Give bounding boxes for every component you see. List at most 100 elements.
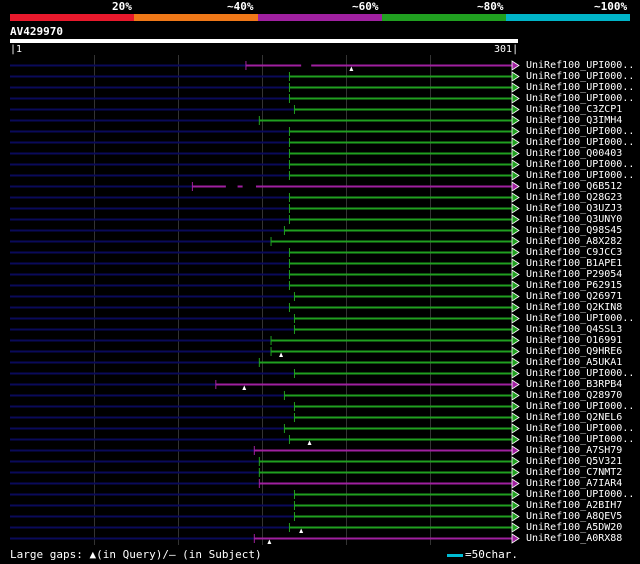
- hit-row[interactable]: UniRef100_A8QEV5: [0, 511, 640, 522]
- hit-label[interactable]: UniRef100_P29054: [526, 269, 622, 280]
- hit-label[interactable]: UniRef100_UPI000..: [526, 434, 634, 445]
- hit-row[interactable]: UniRef100_UPI000..: [0, 71, 640, 82]
- hit-end-arrow-icon: [511, 313, 520, 324]
- hit-row[interactable]: UniRef100_Q3UZJ3: [0, 203, 640, 214]
- hit-alignment: [10, 423, 520, 434]
- legend-band-40: [134, 14, 258, 21]
- hit-row[interactable]: UniRef100_UPI000..: [0, 126, 640, 137]
- hit-label[interactable]: UniRef100_UPI000..: [526, 82, 634, 93]
- hit-end-arrow-icon: [511, 247, 520, 258]
- hit-row[interactable]: UniRef100_Q2KIN8: [0, 302, 640, 313]
- hit-label[interactable]: UniRef100_UPI000..: [526, 60, 634, 71]
- scale-swatch: [447, 554, 463, 557]
- hit-row[interactable]: UniRef100_UPI000..: [0, 423, 640, 434]
- hit-row[interactable]: UniRef100_A8X282: [0, 236, 640, 247]
- hit-row[interactable]: UniRef100_Q98S45: [0, 225, 640, 236]
- hit-label[interactable]: UniRef100_UPI000..: [526, 170, 634, 181]
- hit-label[interactable]: UniRef100_Q28970: [526, 390, 622, 401]
- hit-label[interactable]: UniRef100_O16991: [526, 335, 622, 346]
- hit-label[interactable]: UniRef100_B1APE1: [526, 258, 622, 269]
- hit-row[interactable]: UniRef100_A7IAR4: [0, 478, 640, 489]
- hit-label[interactable]: UniRef100_Q4SSL3: [526, 324, 622, 335]
- hit-end-arrow-icon: [511, 401, 520, 412]
- hit-alignment: [10, 115, 520, 126]
- hit-row[interactable]: UniRef100_Q9HRE6: [0, 346, 640, 357]
- hit-label[interactable]: UniRef100_C3ZCP1: [526, 104, 622, 115]
- hit-label[interactable]: UniRef100_Q6B512: [526, 181, 622, 192]
- hit-row[interactable]: UniRef100_Q2NEL6: [0, 412, 640, 423]
- hit-label[interactable]: UniRef100_Q3IMH4: [526, 115, 622, 126]
- hit-label[interactable]: UniRef100_UPI000..: [526, 126, 634, 137]
- hit-label[interactable]: UniRef100_A5UKA1: [526, 357, 622, 368]
- hit-row[interactable]: UniRef100_Q4SSL3: [0, 324, 640, 335]
- hit-row[interactable]: UniRef100_C9JCC3: [0, 247, 640, 258]
- hit-row[interactable]: UniRef100_P29054: [0, 269, 640, 280]
- hit-label[interactable]: UniRef100_Q26971: [526, 291, 622, 302]
- hit-label[interactable]: UniRef100_C9JCC3: [526, 247, 622, 258]
- hit-row[interactable]: UniRef100_B3RPB4: [0, 379, 640, 390]
- hit-row[interactable]: UniRef100_UPI000..: [0, 489, 640, 500]
- hit-row[interactable]: UniRef100_UPI000..: [0, 434, 640, 445]
- hit-label[interactable]: UniRef100_Q5V321: [526, 456, 622, 467]
- query-scale-end: 301: [494, 44, 518, 55]
- hit-row[interactable]: UniRef100_UPI000..: [0, 170, 640, 181]
- hit-row[interactable]: UniRef100_A7SH79: [0, 445, 640, 456]
- hit-row[interactable]: UniRef100_Q3UNY0: [0, 214, 640, 225]
- query-gap-marker-icon: [267, 539, 272, 544]
- hit-row[interactable]: UniRef100_UPI000..: [0, 313, 640, 324]
- hit-row[interactable]: UniRef100_P62915: [0, 280, 640, 291]
- hit-label[interactable]: UniRef100_A7SH79: [526, 445, 622, 456]
- hit-label[interactable]: UniRef100_C7NMT2: [526, 467, 622, 478]
- hit-row[interactable]: UniRef100_Q00403: [0, 148, 640, 159]
- hit-label[interactable]: UniRef100_Q3UNY0: [526, 214, 622, 225]
- hit-row[interactable]: UniRef100_UPI000..: [0, 93, 640, 104]
- hit-label[interactable]: UniRef100_Q3UZJ3: [526, 203, 622, 214]
- hit-label[interactable]: UniRef100_Q28G23: [526, 192, 622, 203]
- hit-label[interactable]: UniRef100_Q2NEL6: [526, 412, 622, 423]
- hit-label[interactable]: UniRef100_A7IAR4: [526, 478, 622, 489]
- hit-row[interactable]: UniRef100_UPI000..: [0, 368, 640, 379]
- hit-row[interactable]: UniRef100_UPI000..: [0, 60, 640, 71]
- hit-label[interactable]: UniRef100_UPI000..: [526, 313, 634, 324]
- hit-row[interactable]: UniRef100_C7NMT2: [0, 467, 640, 478]
- hit-label[interactable]: UniRef100_UPI000..: [526, 93, 634, 104]
- hit-label[interactable]: UniRef100_Q2KIN8: [526, 302, 622, 313]
- hit-label[interactable]: UniRef100_P62915: [526, 280, 622, 291]
- hit-label[interactable]: UniRef100_UPI000..: [526, 423, 634, 434]
- hit-end-arrow-icon: [511, 148, 520, 159]
- hit-label[interactable]: UniRef100_UPI000..: [526, 159, 634, 170]
- hit-label[interactable]: UniRef100_Q00403: [526, 148, 622, 159]
- hit-row[interactable]: UniRef100_UPI000..: [0, 82, 640, 93]
- hit-label[interactable]: UniRef100_Q98S45: [526, 225, 622, 236]
- hit-label[interactable]: UniRef100_UPI000..: [526, 489, 634, 500]
- hit-row[interactable]: UniRef100_Q28G23: [0, 192, 640, 203]
- hit-row[interactable]: UniRef100_A0RX88: [0, 533, 640, 544]
- hit-label[interactable]: UniRef100_UPI000..: [526, 401, 634, 412]
- hit-label[interactable]: UniRef100_B3RPB4: [526, 379, 622, 390]
- hit-row[interactable]: UniRef100_UPI000..: [0, 401, 640, 412]
- hit-label[interactable]: UniRef100_A8QEV5: [526, 511, 622, 522]
- hit-label[interactable]: UniRef100_A2BIH7: [526, 500, 622, 511]
- hit-row[interactable]: UniRef100_Q5V321: [0, 456, 640, 467]
- hit-row[interactable]: UniRef100_Q28970: [0, 390, 640, 401]
- hit-row[interactable]: UniRef100_Q3IMH4: [0, 115, 640, 126]
- hit-row[interactable]: UniRef100_A2BIH7: [0, 500, 640, 511]
- hit-row[interactable]: UniRef100_O16991: [0, 335, 640, 346]
- hit-row[interactable]: UniRef100_Q6B512: [0, 181, 640, 192]
- hit-row[interactable]: UniRef100_UPI000..: [0, 137, 640, 148]
- hit-label[interactable]: UniRef100_A0RX88: [526, 533, 622, 544]
- hit-row[interactable]: UniRef100_A5UKA1: [0, 357, 640, 368]
- hit-label[interactable]: UniRef100_Q9HRE6: [526, 346, 622, 357]
- hit-label[interactable]: UniRef100_A5DW20: [526, 522, 622, 533]
- hit-row[interactable]: UniRef100_A5DW20: [0, 522, 640, 533]
- hit-row[interactable]: UniRef100_C3ZCP1: [0, 104, 640, 115]
- hit-label[interactable]: UniRef100_UPI000..: [526, 368, 634, 379]
- hit-row[interactable]: UniRef100_B1APE1: [0, 258, 640, 269]
- hit-label[interactable]: UniRef100_UPI000..: [526, 71, 634, 82]
- hit-alignment: [10, 357, 520, 368]
- hit-label[interactable]: UniRef100_UPI000..: [526, 137, 634, 148]
- hit-row[interactable]: UniRef100_Q26971: [0, 291, 640, 302]
- hit-row[interactable]: UniRef100_UPI000..: [0, 159, 640, 170]
- identity-color-legend: 20% ~40% ~60% ~80% ~100%: [10, 0, 630, 22]
- hit-label[interactable]: UniRef100_A8X282: [526, 236, 622, 247]
